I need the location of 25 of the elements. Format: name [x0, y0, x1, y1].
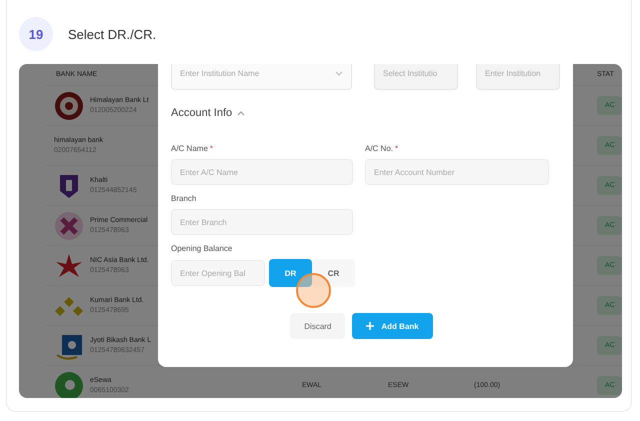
chevron-down-icon	[335, 70, 343, 76]
balance-field[interactable]: Enter Opening Bal	[171, 260, 265, 286]
plus-icon	[366, 322, 374, 330]
step-title: Select DR./CR.	[68, 26, 156, 42]
institution-field[interactable]: Select Institutio	[374, 64, 458, 90]
field-label: A/C Name	[171, 144, 208, 153]
institution-field[interactable]: Enter Institution	[476, 64, 560, 90]
chevron-up-icon	[237, 110, 246, 116]
round-emblem-icon	[54, 90, 84, 120]
field-label: Opening Balance	[171, 244, 234, 253]
step-number: 19	[19, 17, 53, 51]
field-label: Branch	[171, 194, 196, 203]
text-field[interactable]: Enter Account Number	[365, 159, 549, 185]
institution-select[interactable]: Enter Institution Name	[171, 64, 352, 90]
section-toggle[interactable]: Account Info	[171, 106, 560, 120]
required-mark: *	[210, 144, 214, 153]
discard-button[interactable]: Discard	[290, 313, 346, 339]
required-mark: *	[395, 144, 398, 153]
balance-type-toggle[interactable]: CR	[312, 259, 355, 287]
text-field[interactable]: Enter Branch	[171, 209, 353, 235]
balance-type-toggle[interactable]: DR	[269, 259, 312, 287]
pattern-logo-icon	[54, 210, 84, 240]
field-label: A/C No.	[365, 144, 394, 153]
text-field[interactable]: Enter A/C Name	[171, 159, 353, 185]
add-bank-button[interactable]: Add Bank	[352, 313, 433, 339]
